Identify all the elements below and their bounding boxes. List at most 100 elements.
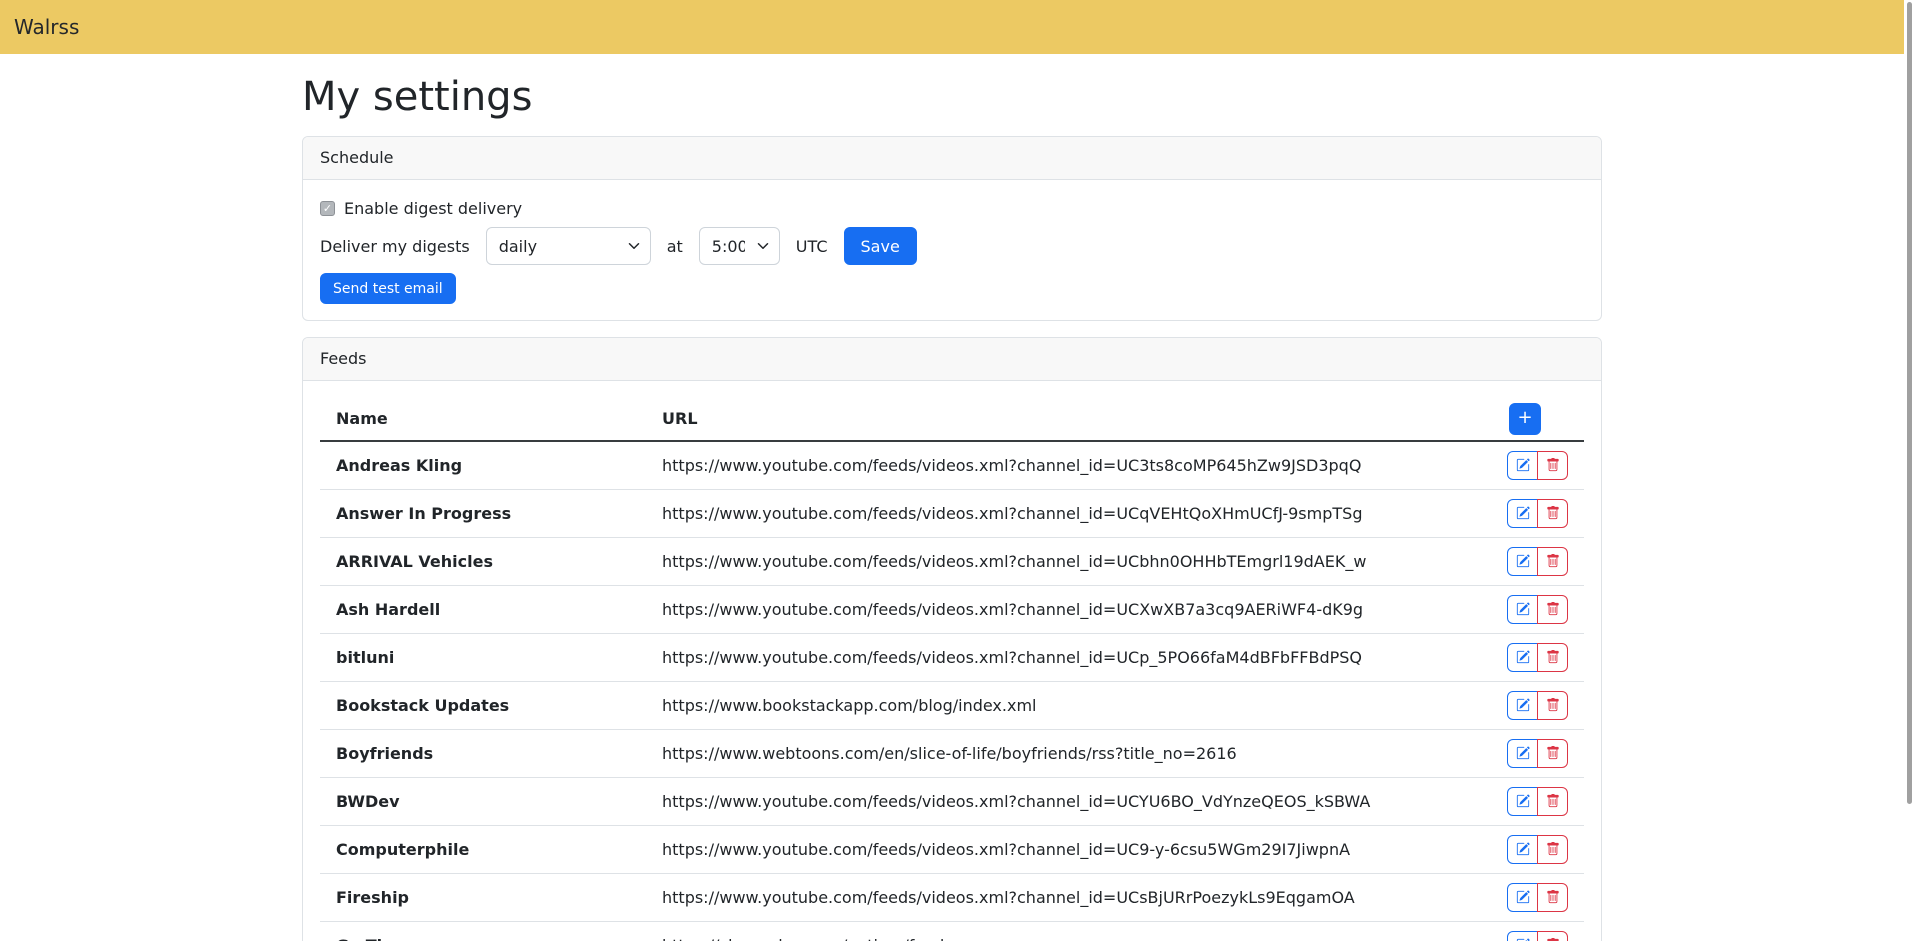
delete-feed-button[interactable] <box>1537 547 1568 576</box>
schedule-card-header: Schedule <box>303 137 1601 180</box>
edit-feed-button[interactable] <box>1507 595 1538 624</box>
column-header-url: URL <box>662 397 1474 441</box>
pencil-square-icon <box>1516 650 1530 664</box>
feeds-card-header: Feeds <box>303 338 1601 381</box>
scrollbar-thumb[interactable] <box>1907 2 1912 804</box>
feed-name: BWDev <box>320 777 662 825</box>
delete-feed-button[interactable] <box>1537 931 1568 941</box>
pencil-square-icon <box>1516 890 1530 904</box>
feed-actions <box>1474 921 1584 941</box>
feed-actions-group <box>1507 451 1568 480</box>
frequency-select[interactable]: daily <box>486 227 651 265</box>
delete-feed-button[interactable] <box>1537 883 1568 912</box>
feeds-table-header-row: Name URL + <box>320 397 1584 441</box>
trash-icon <box>1546 794 1560 808</box>
navbar-brand[interactable]: Walrss <box>14 15 79 39</box>
table-row: bitluni https://www.youtube.com/feeds/vi… <box>320 633 1584 681</box>
edit-feed-button[interactable] <box>1507 787 1538 816</box>
send-test-email-button[interactable]: Send test email <box>320 273 456 304</box>
deliver-row: Deliver my digests daily at 5:00 <box>320 227 1584 265</box>
edit-feed-button[interactable] <box>1507 451 1538 480</box>
checkmark-icon: ✓ <box>323 202 332 215</box>
feed-url: https://www.youtube.com/feeds/videos.xml… <box>662 489 1474 537</box>
time-select-wrap: 5:00 <box>699 227 780 265</box>
delete-feed-button[interactable] <box>1537 499 1568 528</box>
feed-name: Answer In Progress <box>320 489 662 537</box>
at-label: at <box>667 237 683 256</box>
edit-feed-button[interactable] <box>1507 499 1538 528</box>
trash-icon <box>1546 746 1560 760</box>
enable-digest-label[interactable]: Enable digest delivery <box>344 199 522 218</box>
pencil-square-icon <box>1516 794 1530 808</box>
edit-feed-button[interactable] <box>1507 643 1538 672</box>
delete-feed-button[interactable] <box>1537 835 1568 864</box>
pencil-square-icon <box>1516 746 1530 760</box>
trash-icon <box>1546 458 1560 472</box>
edit-feed-button[interactable] <box>1507 739 1538 768</box>
feed-actions <box>1474 489 1584 537</box>
pencil-square-icon <box>1516 506 1530 520</box>
feed-url: https://www.youtube.com/feeds/videos.xml… <box>662 873 1474 921</box>
trash-icon <box>1546 842 1560 856</box>
feed-actions-group <box>1507 691 1568 720</box>
feed-url: https://www.webtoons.com/en/slice-of-lif… <box>662 729 1474 777</box>
feed-actions <box>1474 873 1584 921</box>
trash-icon <box>1546 602 1560 616</box>
delete-feed-button[interactable] <box>1537 595 1568 624</box>
pencil-square-icon <box>1516 554 1530 568</box>
feed-actions-group <box>1507 787 1568 816</box>
delete-feed-button[interactable] <box>1537 787 1568 816</box>
feed-name: Boyfriends <box>320 729 662 777</box>
feed-actions-group <box>1507 499 1568 528</box>
schedule-card: Schedule ✓ Enable digest delivery Delive… <box>302 136 1602 321</box>
pencil-square-icon <box>1516 698 1530 712</box>
deliver-label: Deliver my digests <box>320 237 470 256</box>
enable-digest-row: ✓ Enable digest delivery <box>320 196 1584 220</box>
delete-feed-button[interactable] <box>1537 643 1568 672</box>
save-button[interactable]: Save <box>844 227 917 265</box>
table-row: BWDev https://www.youtube.com/feeds/vide… <box>320 777 1584 825</box>
feed-url: https://changelog.com/gotime/feed <box>662 921 1474 941</box>
trash-icon <box>1546 698 1560 712</box>
frequency-select-wrap: daily <box>486 227 651 265</box>
feed-url: https://www.youtube.com/feeds/videos.xml… <box>662 441 1474 489</box>
delete-feed-button[interactable] <box>1537 739 1568 768</box>
feed-actions-group <box>1507 643 1568 672</box>
feed-actions <box>1474 441 1584 489</box>
feed-url: https://www.youtube.com/feeds/videos.xml… <box>662 825 1474 873</box>
trash-icon <box>1546 650 1560 664</box>
edit-feed-button[interactable] <box>1507 691 1538 720</box>
feed-url: https://www.youtube.com/feeds/videos.xml… <box>662 585 1474 633</box>
feed-name: Fireship <box>320 873 662 921</box>
feeds-card: Feeds Name URL + Andreas Kling <box>302 337 1602 941</box>
add-feed-button[interactable]: + <box>1509 403 1541 435</box>
enable-digest-checkbox[interactable]: ✓ <box>320 201 335 216</box>
scrollbar-track[interactable] <box>1904 0 1916 941</box>
feed-name: bitluni <box>320 633 662 681</box>
table-row: Answer In Progress https://www.youtube.c… <box>320 489 1584 537</box>
feed-actions-group <box>1507 883 1568 912</box>
feed-actions <box>1474 537 1584 585</box>
edit-feed-button[interactable] <box>1507 835 1538 864</box>
table-row: Boyfriends https://www.webtoons.com/en/s… <box>320 729 1584 777</box>
edit-feed-button[interactable] <box>1507 931 1538 941</box>
feed-actions <box>1474 777 1584 825</box>
pencil-square-icon <box>1516 458 1530 472</box>
edit-feed-button[interactable] <box>1507 547 1538 576</box>
column-header-name: Name <box>320 397 662 441</box>
feed-actions-group <box>1507 931 1568 941</box>
feed-url: https://www.youtube.com/feeds/videos.xml… <box>662 777 1474 825</box>
page-title: My settings <box>302 73 1602 121</box>
delete-feed-button[interactable] <box>1537 451 1568 480</box>
feed-url: https://www.youtube.com/feeds/videos.xml… <box>662 537 1474 585</box>
feed-name: Ash Hardell <box>320 585 662 633</box>
feed-actions <box>1474 729 1584 777</box>
edit-feed-button[interactable] <box>1507 883 1538 912</box>
pencil-square-icon <box>1516 842 1530 856</box>
time-select[interactable]: 5:00 <box>699 227 780 265</box>
delete-feed-button[interactable] <box>1537 691 1568 720</box>
test-row: Send test email <box>320 273 1584 304</box>
feed-url: https://www.bookstackapp.com/blog/index.… <box>662 681 1474 729</box>
trash-icon <box>1546 506 1560 520</box>
feed-actions <box>1474 633 1584 681</box>
